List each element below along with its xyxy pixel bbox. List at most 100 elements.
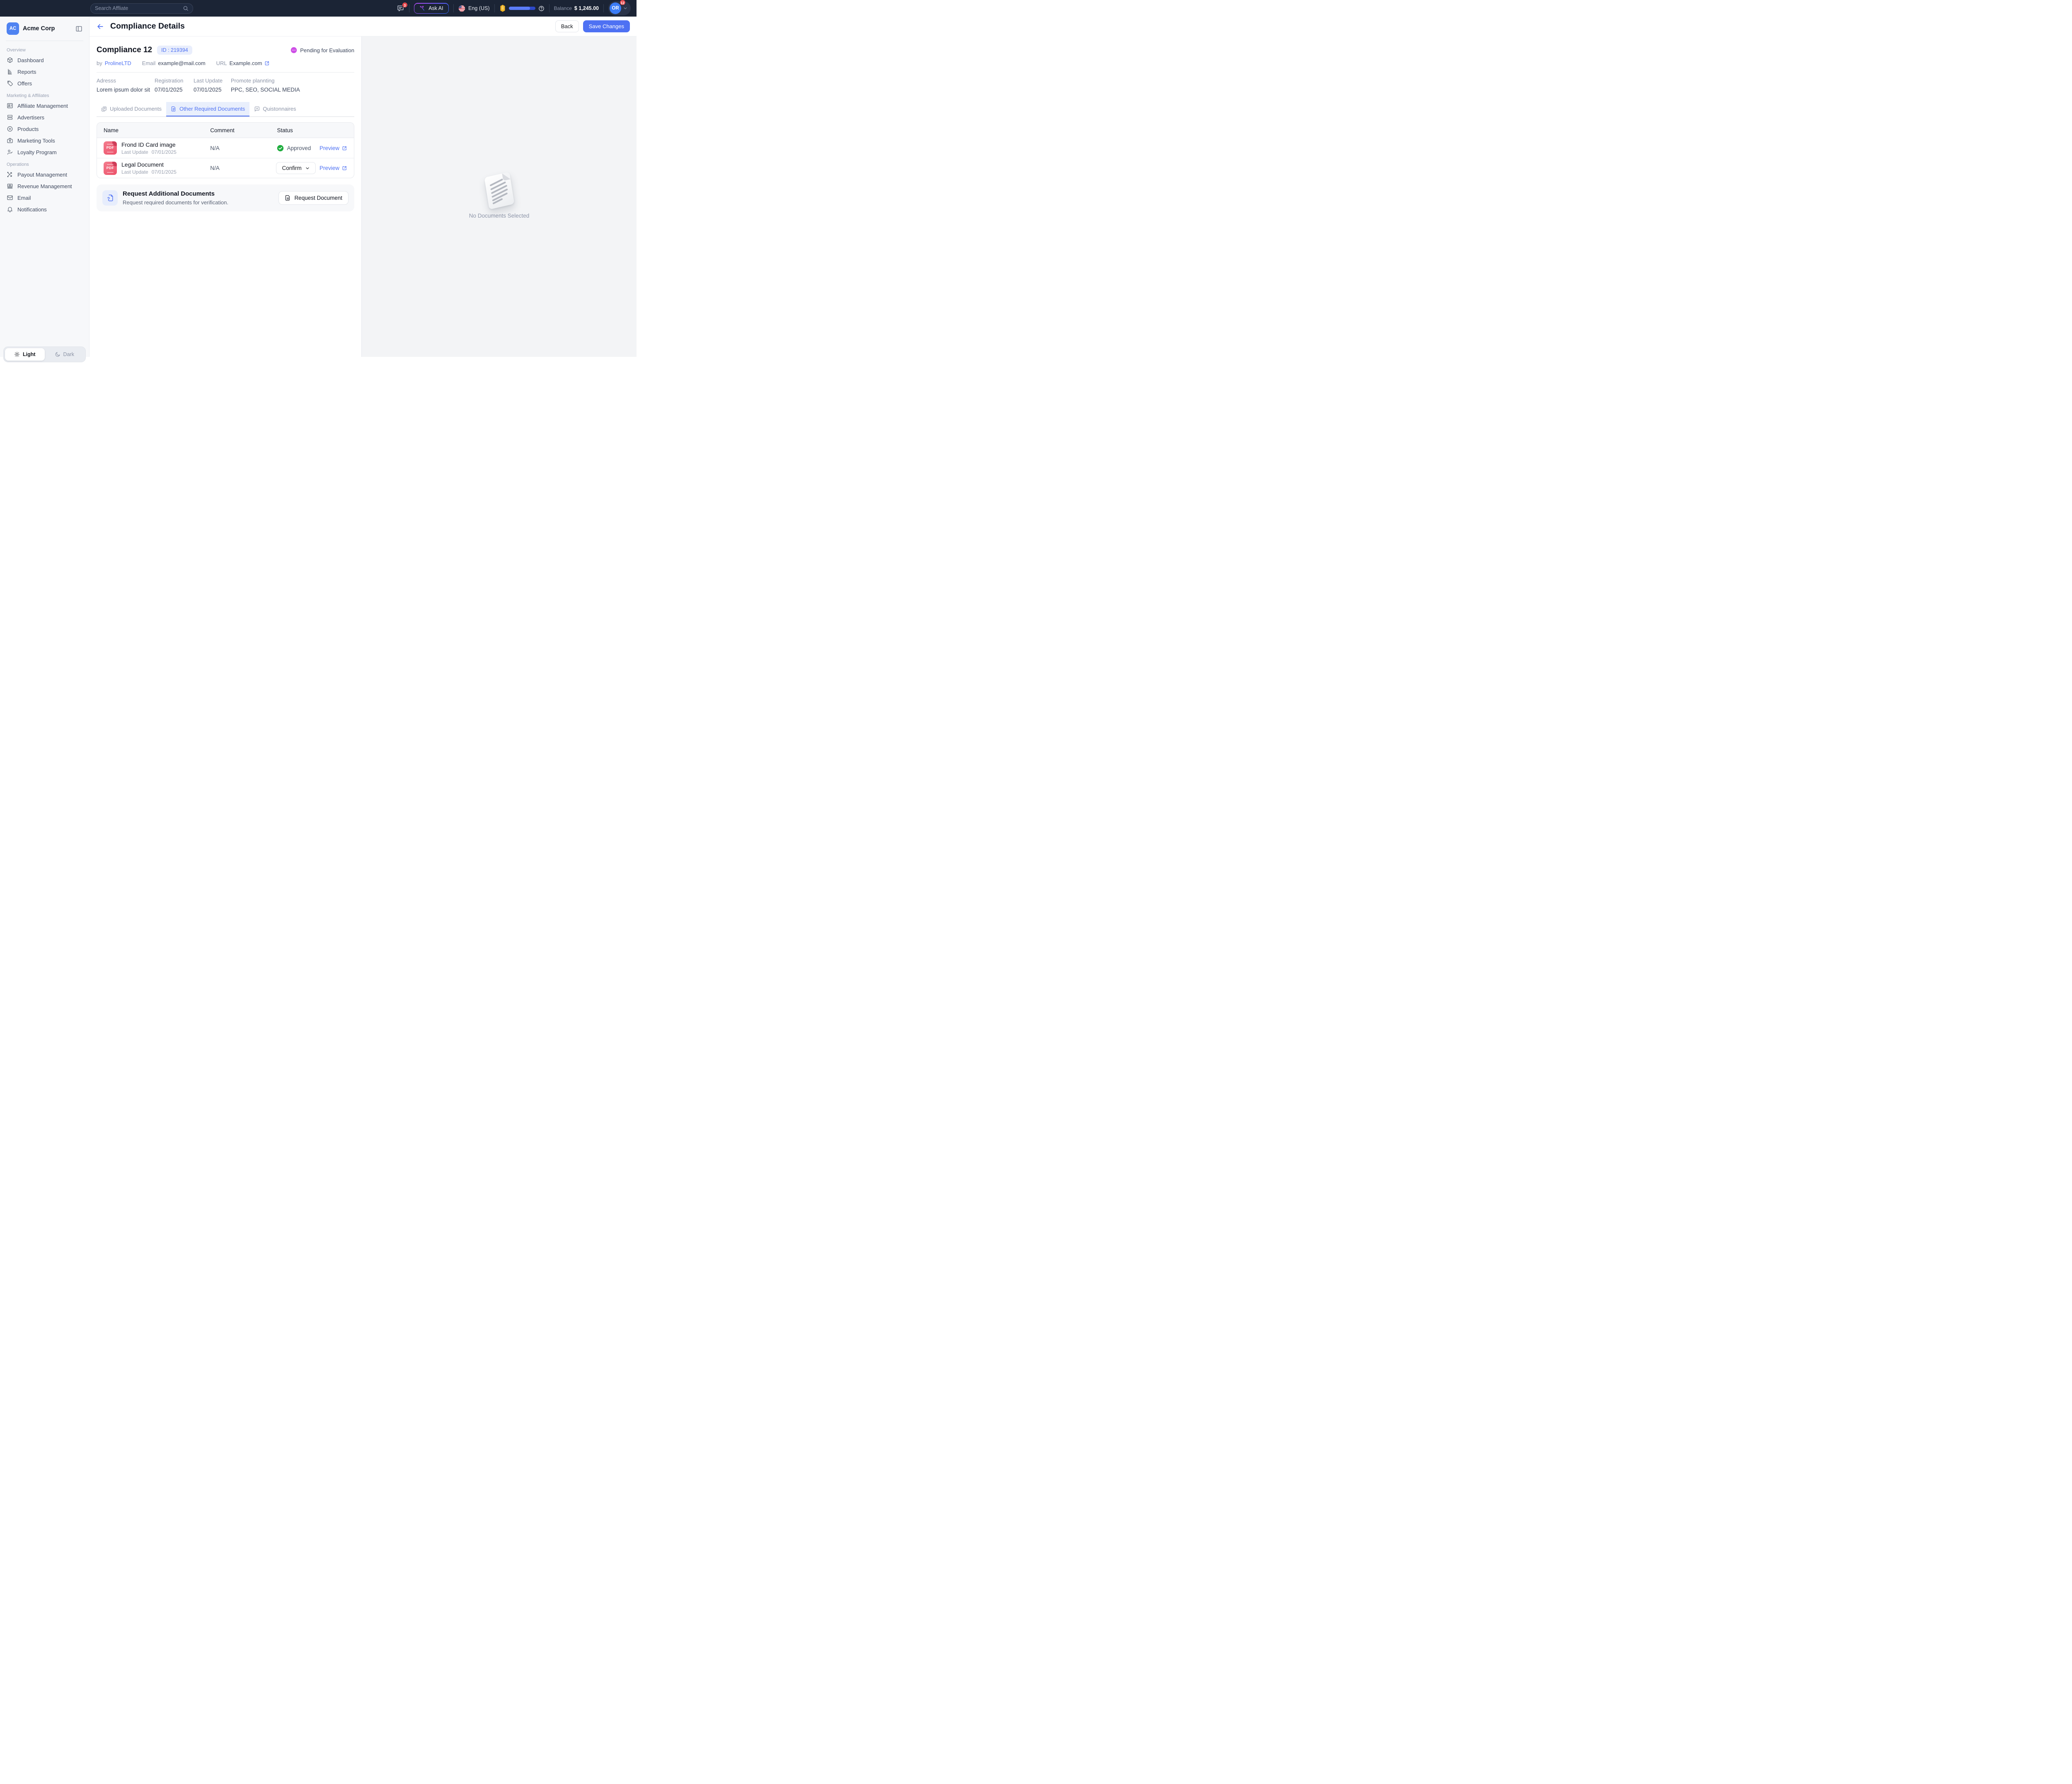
sidebar-item-label: Loyalty Program	[17, 149, 57, 155]
user-check-icon	[7, 149, 13, 155]
circle-plus-icon	[7, 126, 13, 132]
page-header: Compliance Details Back Save Changes	[90, 17, 637, 36]
theme-dark-label: Dark	[63, 351, 74, 357]
sidebar-item-offers[interactable]: Offers	[0, 78, 89, 89]
document-icon	[285, 195, 291, 201]
external-link-icon	[342, 165, 347, 171]
sun-icon	[14, 351, 20, 357]
theme-toggle: Light Dark	[3, 347, 86, 362]
sidebar-item-label: Dashboard	[17, 57, 44, 63]
field-label-last-update: Last Update	[194, 78, 231, 87]
field-label-registration: Registration	[155, 78, 194, 87]
compliance-id-badge: ID : 219394	[157, 46, 192, 55]
search-icon	[183, 5, 189, 11]
search-box[interactable]	[90, 3, 193, 14]
pending-status-icon	[290, 47, 297, 53]
table-header: Name Comment Status	[97, 123, 354, 138]
divider	[494, 4, 495, 12]
sidebar-item-revenue-management[interactable]: Revenue Management	[0, 180, 89, 192]
tag-icon	[7, 80, 13, 87]
language-selector[interactable]: Eng (US)	[458, 5, 489, 12]
save-changes-button[interactable]: Save Changes	[583, 20, 630, 32]
help-icon[interactable]	[538, 5, 545, 12]
ask-ai-button[interactable]: Ask AI	[414, 3, 449, 14]
field-label-promote-planning: Promote plannting	[231, 78, 354, 87]
sidebar-item-affiliate-management[interactable]: Affiliate Management	[0, 100, 89, 112]
chevron-down-icon	[623, 6, 628, 11]
theme-light-label: Light	[23, 351, 36, 357]
back-arrow-icon[interactable]	[96, 22, 104, 31]
medal-icon	[499, 5, 506, 12]
divider	[97, 72, 354, 73]
search-input[interactable]	[95, 5, 183, 11]
sidebar-item-notifications[interactable]: Notifications	[0, 204, 89, 215]
status-text: Approved	[287, 145, 311, 151]
company-name: Acme Corp	[23, 25, 72, 32]
sidebar-item-products[interactable]: Products	[0, 123, 89, 135]
document-question-icon	[102, 190, 118, 206]
sidebar-item-label: Reports	[17, 69, 36, 75]
balance: Balance $ 1,245.00	[554, 5, 599, 11]
tab-questionnaires[interactable]: Quistonnaires	[249, 102, 300, 116]
status-badge: Pending for Evaluation	[290, 47, 354, 53]
request-additional-documents-section: Request Additional Documents Request req…	[97, 184, 354, 211]
sidebar-item-reports[interactable]: Reports	[0, 66, 89, 78]
confirm-status-dropdown[interactable]: Confirm	[276, 162, 315, 174]
external-link-icon[interactable]	[264, 61, 270, 66]
sidebar-item-dashboard[interactable]: Dashboard	[0, 54, 89, 66]
request-document-button[interactable]: Request Document	[278, 191, 349, 205]
sidebar-item-payout-management[interactable]: Payout Management	[0, 169, 89, 180]
status-cell-approved: Approved	[270, 145, 319, 152]
check-circle-icon	[277, 145, 284, 152]
tab-other-required-documents[interactable]: Other Required Documents	[166, 102, 249, 116]
status-label: Pending for Evaluation	[300, 47, 354, 53]
sidebar-item-label: Offers	[17, 80, 32, 87]
tab-uploaded-documents[interactable]: Uploaded Documents	[97, 102, 166, 116]
compliance-fields: Adresss Registration Last Update Promote…	[97, 78, 354, 93]
field-value-address: Lorem ipsum dolor sit	[97, 87, 155, 93]
preview-link[interactable]: Preview	[320, 145, 354, 151]
level-progress	[499, 5, 545, 12]
table-row: PDF Legal Document Last Update07/01/2025…	[97, 158, 354, 178]
sidebar-item-email[interactable]: Email	[0, 192, 89, 204]
field-value-last-update: 07/01/2025	[194, 87, 231, 93]
divider	[603, 4, 604, 12]
document-name: Frond ID Card image	[121, 141, 177, 148]
affiliate-link[interactable]: ProlineLTD	[105, 60, 131, 66]
document-tabs: Uploaded Documents Other Required Docume…	[97, 102, 354, 117]
chevron-down-icon	[305, 166, 310, 171]
banknote-icon	[7, 183, 13, 189]
user-menu[interactable]: OR 12	[608, 1, 631, 15]
table-row: PDF Frond ID Card image Last Update07/01…	[97, 138, 354, 158]
url-label: URL	[216, 60, 227, 66]
preview-link[interactable]: Preview	[320, 165, 354, 171]
avatar: OR	[610, 2, 621, 14]
messages-button[interactable]: 3	[397, 5, 404, 12]
email-label: Email	[142, 60, 156, 66]
sidebar-item-label: Products	[17, 126, 39, 132]
back-button[interactable]: Back	[555, 20, 579, 32]
section-label-operations: Operations	[0, 158, 89, 169]
sidebar-item-label: Affiliate Management	[17, 103, 68, 109]
topbar: 3 Ask AI Eng (US)	[0, 0, 637, 17]
theme-dark-button[interactable]: Dark	[45, 348, 85, 361]
sidebar-item-advertisers[interactable]: Advertisers	[0, 112, 89, 123]
request-section-title: Request Additional Documents	[123, 190, 228, 197]
magic-wand-icon	[419, 5, 426, 12]
theme-light-button[interactable]: Light	[5, 348, 45, 361]
email-value: example@mail.com	[158, 60, 205, 66]
comment-cell: N/A	[203, 145, 270, 151]
column-name: Name	[97, 127, 203, 133]
pdf-file-icon: PDF	[104, 141, 117, 155]
sidebar-item-label: Notifications	[17, 206, 47, 213]
tab-label: Other Required Documents	[179, 106, 245, 112]
notifications-badge: 12	[620, 0, 626, 5]
collapse-sidebar-icon[interactable]	[75, 25, 82, 32]
sidebar-item-marketing-tools[interactable]: Marketing Tools	[0, 135, 89, 146]
sidebar-item-loyalty-program[interactable]: Loyalty Program	[0, 146, 89, 158]
sidebar-item-label: Advertisers	[17, 114, 44, 121]
document-last-update: Last Update07/01/2025	[121, 169, 177, 175]
company-switcher[interactable]: AC Acme Corp	[0, 17, 89, 40]
id-card-icon	[7, 102, 13, 109]
external-link-icon	[342, 145, 347, 151]
